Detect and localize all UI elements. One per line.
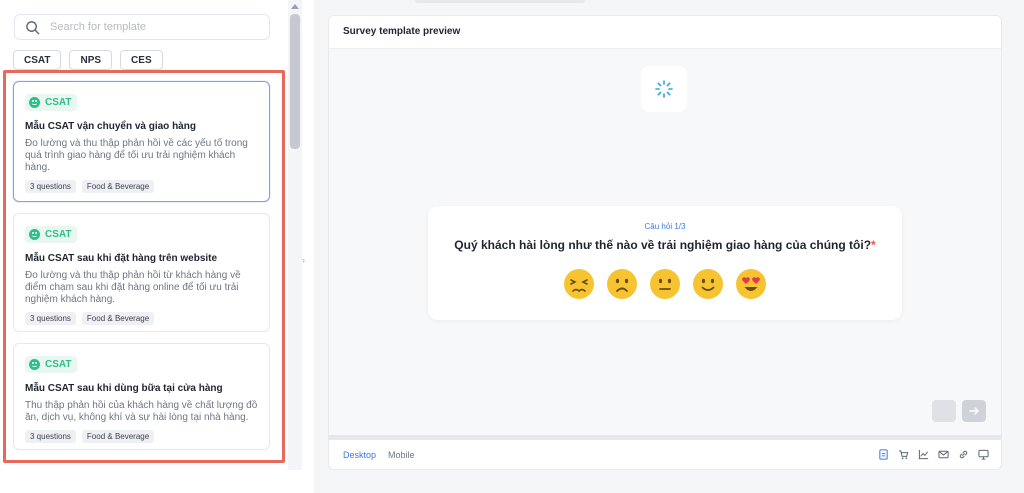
template-card[interactable]: CSAT Mẫu CSAT vận chuyển và giao hàng Đo…	[13, 81, 270, 202]
tab-mobile[interactable]: Mobile	[388, 450, 415, 460]
template-card[interactable]: CSAT Mẫu CSAT sau khi đặt hàng trên webs…	[13, 213, 270, 332]
badge-label: CSAT	[45, 97, 72, 108]
chevron-right-icon[interactable]: ›	[302, 255, 305, 265]
neutral-emoji-icon[interactable]	[649, 268, 681, 300]
channel-icons	[878, 449, 989, 460]
scroll-up-arrow-icon[interactable]	[291, 4, 299, 9]
search-input[interactable]	[50, 21, 250, 33]
template-title: Mẫu CSAT sau khi dùng bữa tại cửa hàng	[25, 383, 223, 394]
preview-title: Survey template preview	[329, 16, 1001, 49]
template-title: Mẫu CSAT vận chuyển và giao hàng	[25, 121, 196, 132]
badge-label: CSAT	[45, 359, 72, 370]
search-box	[14, 14, 270, 40]
loading-spinner-icon	[641, 66, 687, 112]
filter-csat[interactable]: CSAT	[13, 50, 62, 70]
required-mark: *	[871, 238, 876, 252]
sidebar-scrollbar[interactable]	[288, 0, 302, 470]
smiley-icon	[29, 97, 40, 108]
tab-desktop[interactable]: Desktop	[343, 450, 376, 460]
search-icon	[26, 20, 40, 34]
satisfied-emoji-icon[interactable]	[692, 268, 724, 300]
category-tag: Food & Beverage	[81, 430, 155, 443]
chart-icon[interactable]	[918, 449, 929, 460]
link-icon[interactable]	[958, 449, 969, 460]
arrow-right-icon	[969, 407, 979, 415]
previous-question-button[interactable]	[932, 400, 956, 422]
question-navigation	[932, 400, 986, 422]
filter-nps[interactable]: NPS	[69, 50, 113, 70]
filter-ces[interactable]: CES	[120, 50, 163, 70]
smiley-icon	[29, 359, 40, 370]
template-description: Thu thập phản hồi của khách hàng về chất…	[25, 400, 258, 423]
survey-preview-panel: Survey template preview Câu hỏi 1/3 Quý …	[328, 15, 1002, 470]
preview-footer: Desktop Mobile	[329, 435, 1001, 469]
csat-badge: CSAT	[25, 94, 78, 111]
csat-badge: CSAT	[25, 226, 78, 243]
question-text: Quý khách hài lòng như thế nào về trải n…	[454, 238, 876, 252]
scroll-thumb[interactable]	[290, 14, 300, 149]
smiley-icon	[29, 229, 40, 240]
template-sidebar: CSAT NPS CES CSAT Mẫu CSAT vận chuyển và…	[0, 0, 288, 470]
next-question-button[interactable]	[962, 400, 986, 422]
web-survey-icon[interactable]	[878, 449, 889, 460]
template-title: Mẫu CSAT sau khi đặt hàng trên website	[25, 253, 218, 264]
rating-emoji-row	[428, 268, 902, 300]
csat-badge: CSAT	[25, 356, 78, 373]
badge-label: CSAT	[45, 229, 72, 240]
very-satisfied-emoji-icon[interactable]	[735, 268, 767, 300]
question-count-tag: 3 questions	[25, 430, 76, 443]
template-description: Đo lường và thu thập phản hồi từ khách h…	[25, 270, 241, 305]
question-card: Câu hỏi 1/3 Quý khách hài lòng như thế n…	[428, 206, 902, 320]
question-counter: Câu hỏi 1/3	[644, 222, 686, 231]
monitor-icon[interactable]	[978, 449, 989, 460]
dissatisfied-emoji-icon[interactable]	[606, 268, 638, 300]
top-tab-remnant	[415, 0, 585, 3]
question-count-tag: 3 questions	[25, 180, 76, 193]
very-dissatisfied-emoji-icon[interactable]	[563, 268, 595, 300]
cart-icon[interactable]	[898, 449, 909, 460]
email-icon[interactable]	[938, 449, 949, 460]
filter-tabs: CSAT NPS CES	[13, 50, 163, 70]
template-description: Đo lường và thu thập phản hồi về các yếu…	[25, 138, 248, 173]
category-tag: Food & Beverage	[81, 180, 155, 193]
category-tag: Food & Beverage	[81, 312, 155, 325]
question-count-tag: 3 questions	[25, 312, 76, 325]
template-card[interactable]: CSAT Mẫu CSAT sau khi dùng bữa tại cửa h…	[13, 343, 270, 450]
